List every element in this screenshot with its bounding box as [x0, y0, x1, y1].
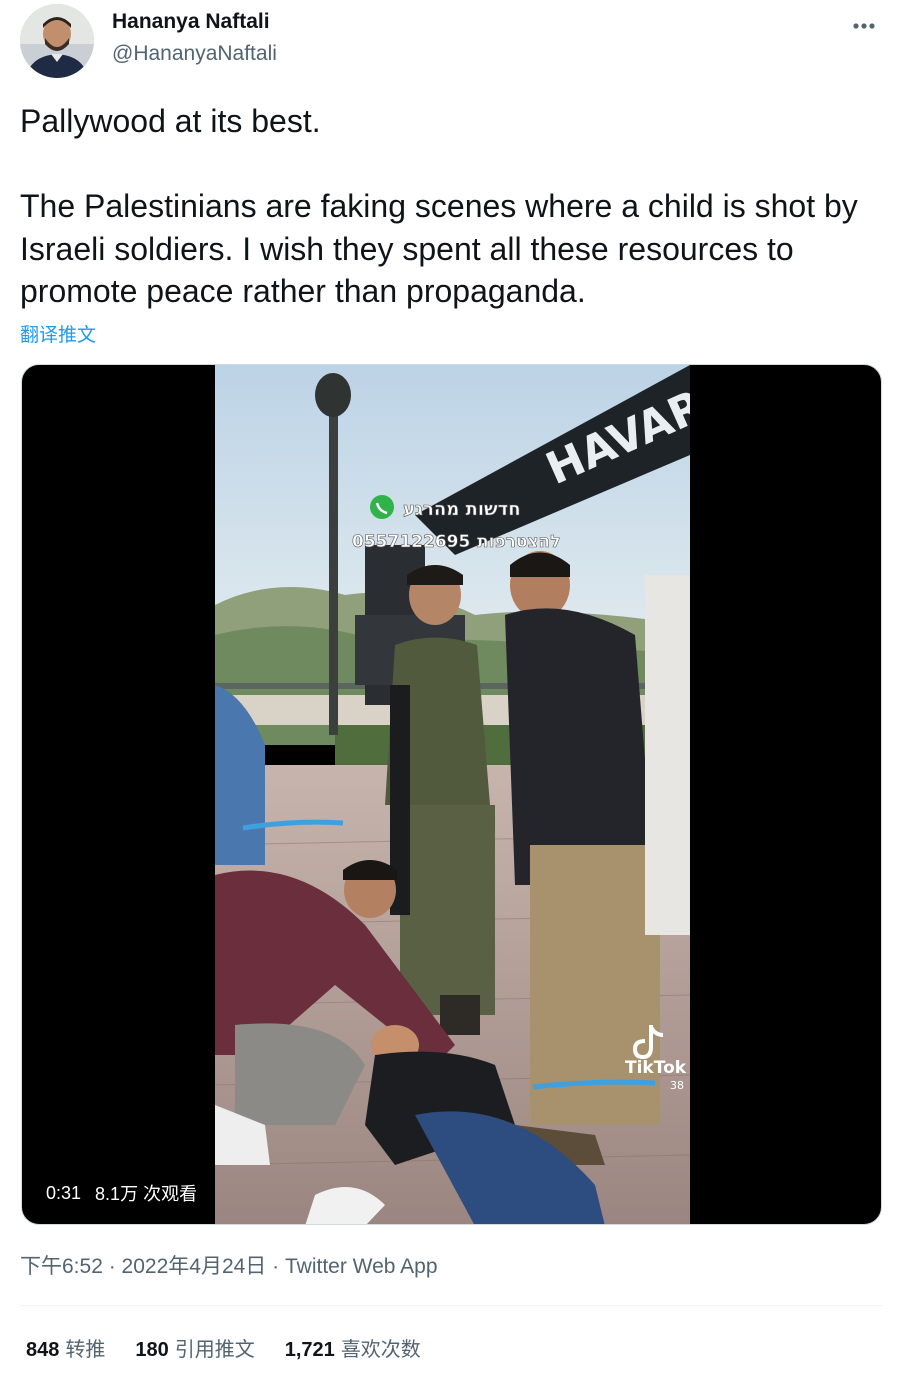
tweet-text: Pallywood at its best. The Palestinians …: [20, 100, 880, 313]
tiktok-number: 38: [670, 1079, 684, 1092]
video-frame[interactable]: HAVAR חדשות מהרגע 0557122695 להצטרפות Ti…: [215, 365, 690, 1224]
tweet-paragraph: Pallywood at its best.: [20, 103, 321, 139]
video-info-badge: 0:31 8.1万 次观看: [36, 1176, 208, 1210]
tweet-date[interactable]: 2022年4月24日: [122, 1255, 267, 1278]
whatsapp-icon: [370, 495, 394, 519]
quotes-label: 引用推文: [174, 1339, 255, 1361]
likes-label: 喜欢次数: [340, 1339, 421, 1361]
separator: ·: [102, 1255, 122, 1278]
tiktok-watermark: TikTok: [625, 1058, 687, 1078]
author-name[interactable]: Hananya Naftali: [112, 10, 270, 34]
tweet-time[interactable]: 下午6:52: [20, 1255, 103, 1278]
author-handle[interactable]: @HananyaNaftali: [112, 42, 277, 66]
divider: [20, 1305, 882, 1306]
tweet-header: Hananya Naftali @HananyaNaftali: [20, 4, 882, 78]
overlay-phone: 0557122695: [352, 532, 470, 552]
tweet-source[interactable]: Twitter Web App: [285, 1255, 438, 1278]
likes-stat[interactable]: 1,721 喜欢次数: [285, 1333, 421, 1362]
video-thumbnail: HAVAR חדשות מהרגע 0557122695 להצטרפות Ti…: [215, 365, 690, 1224]
translate-tweet-link[interactable]: 翻译推文: [20, 320, 96, 347]
separator: ·: [266, 1255, 285, 1278]
retweets-count: 848: [26, 1339, 60, 1361]
overlay-hebrew-title: חדשות מהרגע: [403, 499, 521, 520]
video-player[interactable]: HAVAR חדשות מהרגע 0557122695 להצטרפות Ti…: [21, 364, 882, 1225]
retweets-label: 转推: [65, 1339, 106, 1361]
avatar-image: [20, 4, 94, 78]
tweet-timestamp: 下午6:52 · 2022年4月24日 · Twitter Web App: [20, 1250, 438, 1280]
quotes-stat[interactable]: 180 引用推文: [135, 1333, 254, 1362]
tweet-paragraph: The Palestinians are faking scenes where…: [20, 188, 858, 309]
more-horizontal-icon: [853, 23, 875, 29]
likes-count: 1,721: [284, 1339, 335, 1361]
quotes-count: 180: [135, 1339, 169, 1361]
video-duration: 0:31: [46, 1182, 82, 1203]
avatar[interactable]: [20, 4, 94, 78]
more-button[interactable]: [846, 8, 882, 44]
tweet-stats: 848 转推 180 引用推文 1,721 喜欢次数: [26, 1333, 421, 1362]
retweets-stat[interactable]: 848 转推: [26, 1333, 105, 1362]
video-views: 8.1万 次观看: [95, 1184, 198, 1204]
overlay-hebrew-join: להצטרפות: [477, 532, 560, 552]
